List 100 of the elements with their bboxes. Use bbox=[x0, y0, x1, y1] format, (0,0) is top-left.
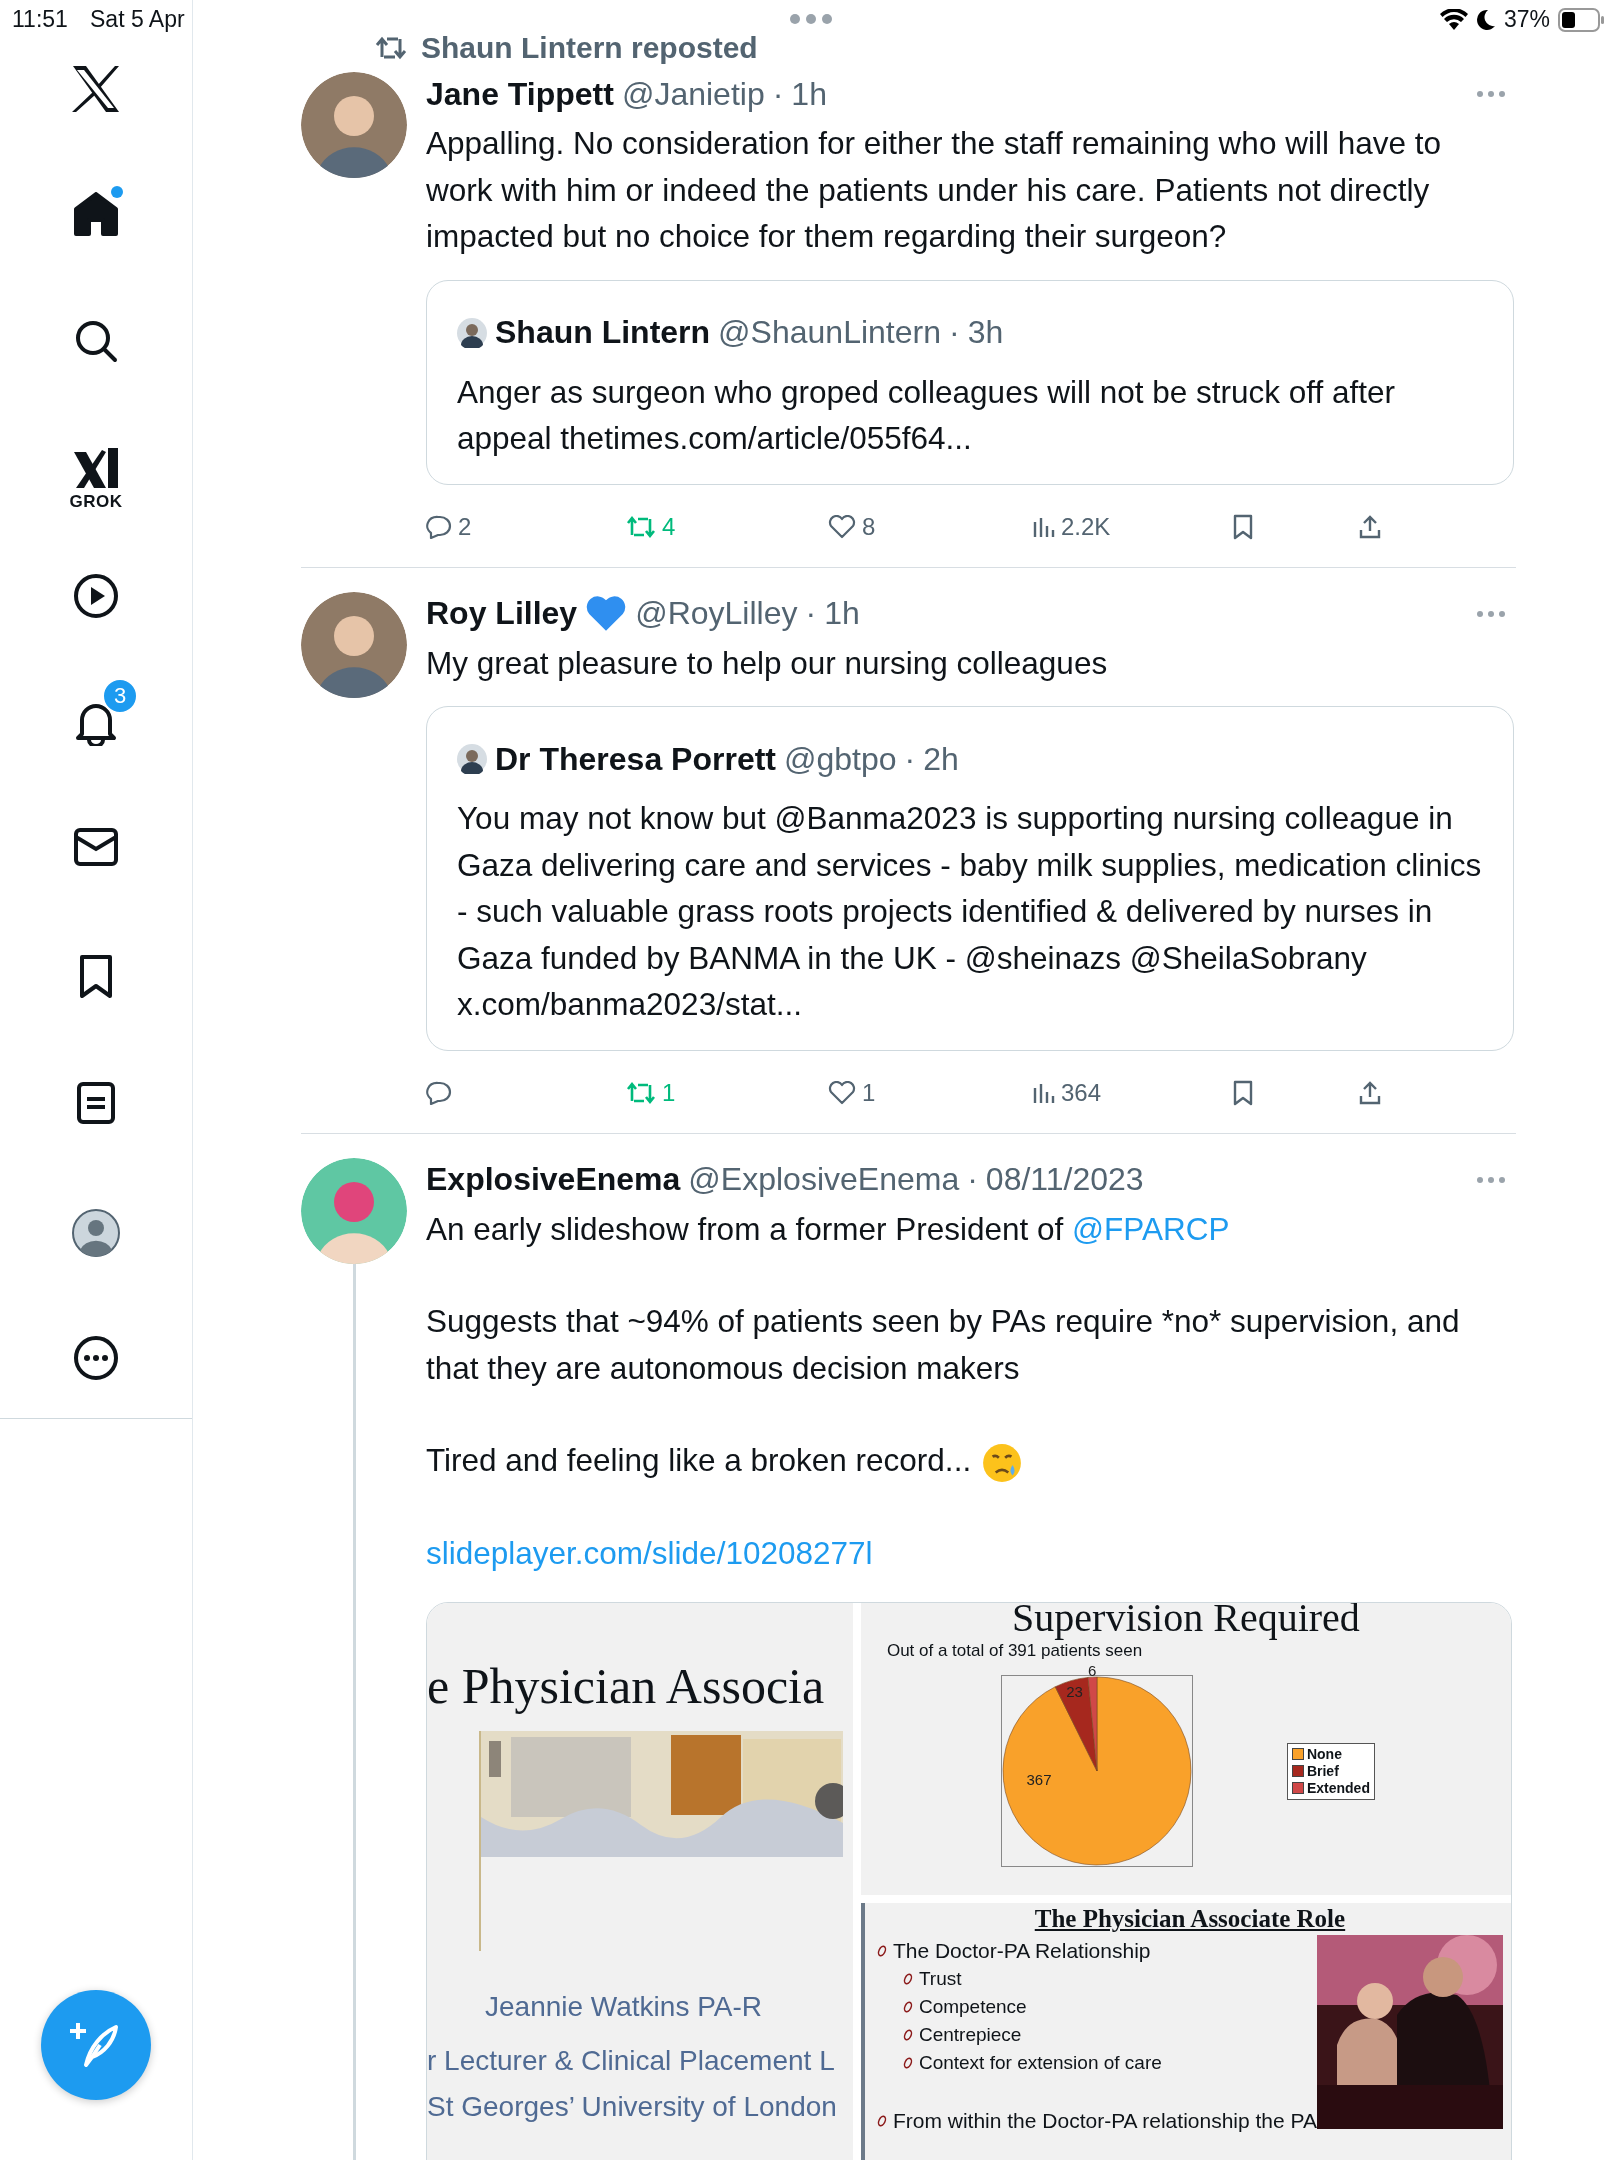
bullet-text: Competence bbox=[918, 1995, 1027, 2020]
views-chart-icon[interactable] bbox=[1033, 1081, 1055, 1104]
post-time: 1h bbox=[824, 595, 860, 632]
avatar[interactable] bbox=[301, 72, 407, 178]
bullet-icon bbox=[876, 1945, 887, 1958]
quoted-post-time: 3h bbox=[967, 314, 1004, 351]
post-time: 08/11/2023 bbox=[985, 1161, 1144, 1198]
separator-dot: · bbox=[904, 740, 916, 778]
post-text: Appalling. No consideration for either the staff remaining who will have to work with him or indeed the patients under his care. Patients not directly impacted but no choice for them regarding their surgeon? bbox=[426, 124, 1442, 256]
small-avatar bbox=[457, 317, 487, 348]
slide-text: Jeannie Watkins PA-R bbox=[485, 1990, 762, 2025]
quoted-author-handle: @ShaunLintern bbox=[718, 314, 941, 351]
slide-title: e Physician Associa bbox=[427, 1657, 826, 1717]
list-icon[interactable] bbox=[76, 1081, 116, 1125]
post[interactable] bbox=[301, 591, 1516, 1134]
legend-label: None bbox=[1306, 1745, 1342, 1763]
avatar[interactable] bbox=[301, 1157, 407, 1264]
slide-card[interactable]: Supervision Required Out of a total of 391 patients seen 367 23 6 None Brief Extended bbox=[860, 1603, 1511, 1896]
slide-title: The Physician Associate Role bbox=[1033, 1905, 1347, 1934]
home-icon[interactable] bbox=[73, 192, 119, 236]
bullet-text: Trust bbox=[918, 1967, 962, 1992]
legend-label: Brief bbox=[1306, 1762, 1339, 1780]
post-time: 1h bbox=[791, 75, 827, 113]
bullet-text: From within the Doctor-PA relationship the PA bbox=[892, 2109, 1317, 2134]
status-date: Sat 5 Apr bbox=[90, 6, 185, 33]
slide-text: r Lecturer & Clinical Placement L bbox=[427, 2044, 835, 2079]
quoted-post-card[interactable]: Shaun Lintern @ShaunLintern · 3h Anger as surgeon who groped colleagues will not be struck off after appeal thetimes.com/article/055f64... bbox=[426, 279, 1514, 485]
like-count: 8 bbox=[862, 512, 876, 541]
chart-subtitle: Out of a total of 391 patients seen bbox=[886, 1641, 1144, 1662]
more-icon[interactable] bbox=[73, 1335, 119, 1381]
legend-label: Extended bbox=[1306, 1779, 1370, 1797]
slide-card[interactable]: e Physician Associa Jeannie Watkins PA-R r Lecturer & Clinical Placement L St Georges’ University of London bbox=[427, 1603, 853, 2160]
bullet-icon bbox=[902, 1973, 913, 1986]
x-logo-icon[interactable] bbox=[71, 65, 121, 113]
post-text: An early slideshow from a former President of @FPARCP bbox=[426, 1209, 1231, 1249]
bullet-text: Centrepiece bbox=[918, 2023, 1022, 2048]
bullet-icon bbox=[876, 2115, 887, 2128]
heart-icon[interactable] bbox=[828, 1080, 856, 1105]
legend-swatch bbox=[1291, 1782, 1304, 1795]
author-handle[interactable]: @RoyLilley bbox=[635, 595, 798, 632]
more-dots-icon[interactable] bbox=[789, 13, 833, 25]
author-handle[interactable]: @Janietip bbox=[621, 75, 765, 113]
like-count: 1 bbox=[862, 1078, 876, 1107]
view-count: 2.2K bbox=[1061, 512, 1111, 541]
legend-swatch bbox=[1291, 1748, 1304, 1761]
bullet-icon bbox=[902, 2029, 913, 2042]
more-options-icon[interactable] bbox=[1476, 90, 1506, 98]
bookmark-icon[interactable] bbox=[1233, 1079, 1253, 1106]
view-count: 364 bbox=[1061, 1078, 1102, 1107]
moon-icon bbox=[1475, 8, 1496, 31]
slide-card[interactable]: The Physician Associate Role The Doctor-PA Relationship Trust Competence Centrepiece Context for extension of care From within the Doctor-PA relationship the PA bbox=[860, 1903, 1511, 2160]
reply-icon[interactable] bbox=[426, 514, 452, 539]
slide-text: St Georges’ University of London bbox=[427, 2090, 837, 2125]
bullet-icon bbox=[902, 2001, 913, 2014]
reply-icon[interactable] bbox=[426, 1080, 452, 1105]
pie-value-label: 23 bbox=[1066, 1683, 1083, 1701]
share-icon[interactable] bbox=[1358, 513, 1382, 540]
author-name[interactable]: Roy Lilley bbox=[426, 595, 578, 632]
share-icon[interactable] bbox=[1358, 1079, 1382, 1106]
grok-icon bbox=[72, 446, 120, 490]
wifi-icon bbox=[1439, 8, 1468, 31]
pie-value-label: 367 bbox=[1026, 1771, 1052, 1789]
separator-dot: · bbox=[805, 595, 817, 632]
quoted-post-card[interactable] bbox=[426, 706, 1514, 1051]
search-icon[interactable] bbox=[74, 319, 118, 363]
compose-button[interactable] bbox=[41, 1990, 151, 2100]
more-options-icon[interactable] bbox=[1476, 609, 1506, 618]
separator-dot: · bbox=[948, 314, 960, 351]
play-icon[interactable] bbox=[73, 573, 119, 619]
author-name[interactable]: ExplosiveEnema bbox=[426, 1161, 681, 1198]
repost-count: 4 bbox=[662, 512, 676, 541]
views-chart-icon[interactable] bbox=[1033, 515, 1055, 538]
separator-dot: · bbox=[772, 75, 784, 113]
legend-swatch bbox=[1291, 1765, 1304, 1778]
more-options-icon[interactable] bbox=[1476, 1175, 1506, 1184]
heart-icon[interactable] bbox=[828, 514, 856, 539]
small-avatar bbox=[457, 744, 487, 774]
mail-icon[interactable] bbox=[73, 827, 119, 867]
notification-count-badge: 3 bbox=[102, 678, 138, 714]
quoted-author-name: Shaun Lintern bbox=[495, 314, 711, 351]
quoted-author-name: Dr Theresa Porrett bbox=[495, 740, 776, 778]
battery-icon bbox=[1558, 7, 1606, 32]
author-name[interactable]: Jane Tippett bbox=[426, 75, 614, 113]
bookmark-icon[interactable] bbox=[1233, 513, 1253, 540]
bookmark-icon[interactable] bbox=[78, 954, 114, 1000]
pie-value-label: 6 bbox=[1088, 1662, 1097, 1680]
post-text: Suggests that ~94% of patients seen by PAs require *no* supervision, and that they are autonomous decision makers bbox=[426, 1302, 1461, 1388]
sad-face-icon bbox=[981, 1441, 1024, 1484]
separator-dot: · bbox=[967, 1161, 978, 1198]
profile-avatar-icon[interactable] bbox=[71, 1208, 121, 1258]
quoted-post-text: You may not know but @Banma2023 is supporting nursing colleague in Gaza delivering care and services - baby milk supplies, medication clinics - such valuable grass roots projects identified & delivered by nurses in Gaza funded by BANMA in the UK - @sheinazs @SheilaSobrany x.com/banma2023/stat... bbox=[457, 799, 1483, 1024]
author-handle[interactable]: @ExplosiveEnema bbox=[688, 1161, 960, 1198]
repost-count: 1 bbox=[662, 1078, 676, 1107]
quoted-post-text: Anger as surgeon who groped colleagues will not be struck off after appeal thetimes.com/article/055f64... bbox=[457, 372, 1396, 458]
repost-label: Shaun Lintern reposted bbox=[421, 31, 758, 65]
grok-button[interactable]: GROK bbox=[69, 446, 123, 512]
repost-icon bbox=[375, 35, 407, 61]
chart-title: Supervision Required bbox=[1011, 1603, 1361, 1642]
post-text: Tired and feeling like a broken record... bbox=[426, 1437, 1514, 1484]
avatar[interactable] bbox=[301, 591, 407, 698]
